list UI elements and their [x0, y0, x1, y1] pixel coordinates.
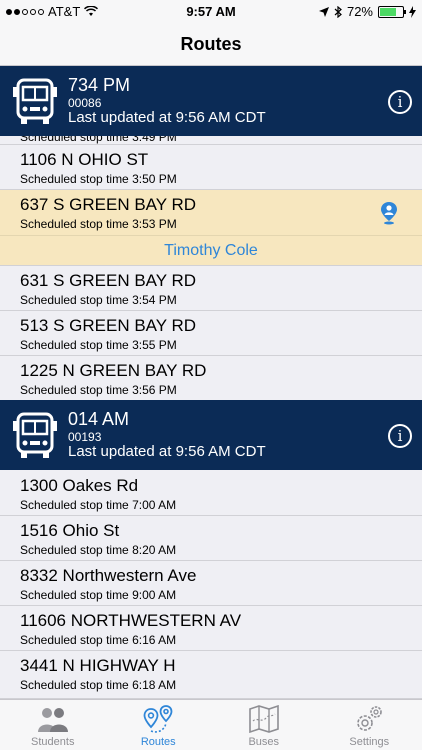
route-name: 734 PM — [68, 75, 131, 95]
stop-scheduled-time: Scheduled stop time 3:49 PM — [20, 136, 177, 144]
bluetooth-icon — [334, 5, 342, 18]
tab-routes[interactable]: Routes — [106, 700, 212, 750]
stop-scheduled-time: Scheduled stop time 3:55 PM — [20, 338, 177, 352]
route-number: 00086 — [68, 96, 102, 110]
stop-row[interactable]: 1300 Oakes Rd Scheduled stop time 7:00 A… — [0, 471, 422, 516]
tab-label: Buses — [248, 736, 280, 748]
route-last-updated: Last updated at 9:56 AM CDT — [68, 443, 266, 460]
routes-icon — [143, 705, 173, 733]
stop-scheduled-time: Scheduled stop time 3:53 PM — [20, 217, 177, 231]
bus-icon — [13, 412, 57, 458]
battery-percent: 72% — [346, 4, 373, 19]
stop-address: 8332 Northwestern Ave — [20, 566, 197, 585]
stop-address: 631 S GREEN BAY RD — [20, 271, 197, 290]
charging-bolt-icon — [409, 5, 416, 18]
stop-row[interactable]: 11606 NORTHWESTERN AV Scheduled stop tim… — [0, 606, 422, 651]
navigation-bar: Routes — [0, 24, 422, 66]
route-name: 014 AM — [68, 409, 130, 429]
student-pin-icon[interactable] — [380, 201, 398, 225]
stop-scheduled-time: Scheduled stop time 7:00 AM — [20, 498, 177, 512]
info-button[interactable]: i — [388, 90, 412, 114]
list-item[interactable]: Scheduled stop time 3:49 PM — [0, 136, 422, 145]
stop-scheduled-time: Scheduled stop time 8:20 AM — [20, 543, 177, 557]
stop-address: 637 S GREEN BAY RD — [20, 195, 197, 214]
route-number: 00193 — [68, 430, 102, 444]
battery-icon — [378, 5, 406, 18]
stop-scheduled-time: Scheduled stop time 3:50 PM — [20, 172, 177, 186]
page-title: Routes — [180, 34, 242, 54]
map-icon — [248, 705, 279, 733]
stop-address: 1225 N GREEN BAY RD — [20, 361, 207, 380]
route-header[interactable]: 014 AM 00193 Last updated at 9:56 AM CDT… — [0, 400, 422, 470]
status-bar: AT&T 9:57 AM 72% — [0, 0, 422, 24]
route-last-updated: Last updated at 9:56 AM CDT — [68, 109, 266, 126]
stop-row[interactable]: 631 S GREEN BAY RD Scheduled stop time 3… — [0, 266, 422, 311]
tab-settings[interactable]: Settings — [317, 700, 422, 750]
stop-address: 1300 Oakes Rd — [20, 476, 139, 495]
tab-label: Settings — [349, 736, 390, 748]
stop-row[interactable]: 1516 Ohio St Scheduled stop time 8:20 AM — [0, 516, 422, 561]
gear-icon — [357, 706, 383, 731]
stop-scheduled-time: Scheduled stop time 9:00 AM — [20, 588, 177, 602]
stop-address: 1516 Ohio St — [20, 521, 120, 540]
student-name-link[interactable]: Timothy Cole — [0, 235, 422, 266]
stop-row[interactable]: 1106 N OHIO ST Scheduled stop time 3:50 … — [0, 145, 422, 190]
status-right: 72% — [318, 4, 416, 19]
stop-scheduled-time: Scheduled stop time 6:18 AM — [20, 678, 177, 692]
location-arrow-icon — [318, 6, 329, 17]
stop-row[interactable]: 3441 N HIGHWAY H Scheduled stop time 6:1… — [0, 651, 422, 699]
route-header[interactable]: 734 PM 00086 Last updated at 9:56 AM CDT… — [0, 66, 422, 136]
tab-bar: Students Routes Buses Settings — [0, 699, 422, 750]
stop-address: 513 S GREEN BAY RD — [20, 316, 197, 335]
stop-address: 3441 N HIGHWAY H — [20, 656, 176, 675]
stop-row[interactable]: 1225 N GREEN BAY RD Scheduled stop time … — [0, 356, 422, 401]
stop-address: 11606 NORTHWESTERN AV — [20, 611, 242, 630]
stop-row[interactable]: 8332 Northwestern Ave Scheduled stop tim… — [0, 561, 422, 606]
tab-students[interactable]: Students — [0, 700, 106, 750]
stop-row[interactable]: 513 S GREEN BAY RD Scheduled stop time 3… — [0, 311, 422, 356]
tab-label: Students — [31, 736, 75, 748]
stop-row-highlighted[interactable]: 637 S GREEN BAY RD Scheduled stop time 3… — [0, 190, 422, 266]
stop-address: 1106 N OHIO ST — [20, 150, 149, 169]
stop-scheduled-time: Scheduled stop time 3:56 PM — [20, 383, 177, 397]
students-icon — [37, 708, 68, 732]
bus-icon — [13, 78, 57, 124]
info-button[interactable]: i — [388, 424, 412, 448]
tab-buses[interactable]: Buses — [211, 700, 317, 750]
tab-label: Routes — [140, 736, 176, 748]
stop-scheduled-time: Scheduled stop time 3:54 PM — [20, 293, 177, 307]
stop-scheduled-time: Scheduled stop time 6:16 AM — [20, 633, 177, 647]
